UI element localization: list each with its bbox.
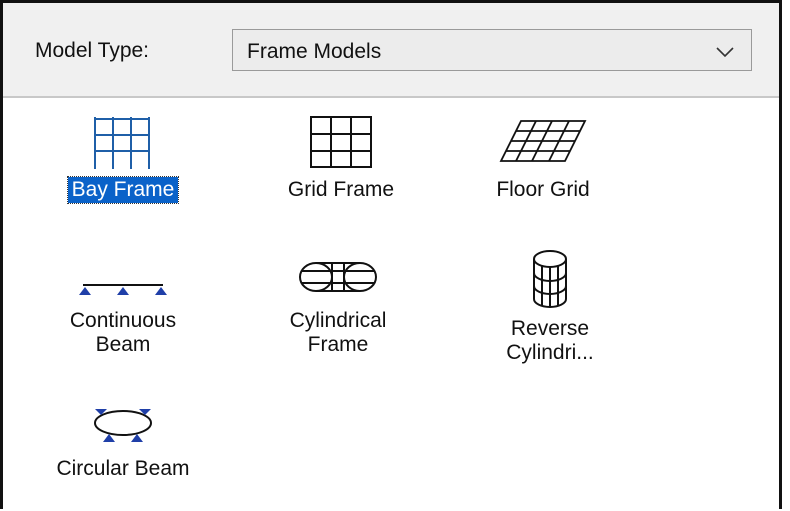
reverse-cylindrical-icon (533, 250, 567, 308)
floor-grid-label: Floor Grid (496, 178, 590, 201)
reverse-cylindrical-label-line1: Reverse (510, 317, 590, 340)
model-type-dropdown[interactable]: Frame Models (232, 29, 752, 71)
model-type-label: Model Type: (35, 39, 150, 62)
model-item-floor-grid[interactable]: Floor Grid (453, 113, 633, 203)
grid-frame-label: Grid Frame (287, 178, 395, 201)
model-type-panel: Model Type: Frame Models Bay Frame Grid … (0, 0, 782, 509)
model-item-grid-frame[interactable]: Grid Frame (251, 113, 431, 203)
continuous-beam-icon (79, 284, 167, 295)
cylindrical-frame-label-line1: Cylindrical (289, 309, 387, 332)
model-item-cylindrical-frame[interactable]: Cylindrical Frame (248, 251, 428, 357)
cylindrical-frame-label-line2: Frame (307, 333, 369, 356)
model-item-bay-frame[interactable]: Bay Frame (33, 113, 213, 204)
continuous-beam-label-line2: Beam (95, 333, 151, 356)
cylindrical-frame-icon (299, 262, 377, 292)
model-item-circular-beam[interactable]: Circular Beam (33, 403, 213, 481)
continuous-beam-label-line1: Continuous (69, 309, 177, 332)
grid-frame-icon (310, 116, 372, 168)
bay-frame-label: Bay Frame (66, 176, 180, 204)
reverse-cylindrical-label-line2: Cylindri... (506, 341, 594, 364)
model-type-value: Frame Models (247, 40, 382, 63)
circular-beam-icon (94, 409, 152, 442)
model-item-continuous-beam[interactable]: Continuous Beam (33, 251, 213, 357)
bay-frame-icon (94, 117, 150, 169)
floor-grid-icon (499, 120, 587, 162)
model-type-header: Model Type: Frame Models (3, 3, 779, 98)
chevron-down-icon[interactable] (715, 46, 735, 58)
circular-beam-label: Circular Beam (56, 457, 190, 480)
model-item-reverse-cylindrical[interactable]: Reverse Cylindri... (460, 249, 640, 365)
